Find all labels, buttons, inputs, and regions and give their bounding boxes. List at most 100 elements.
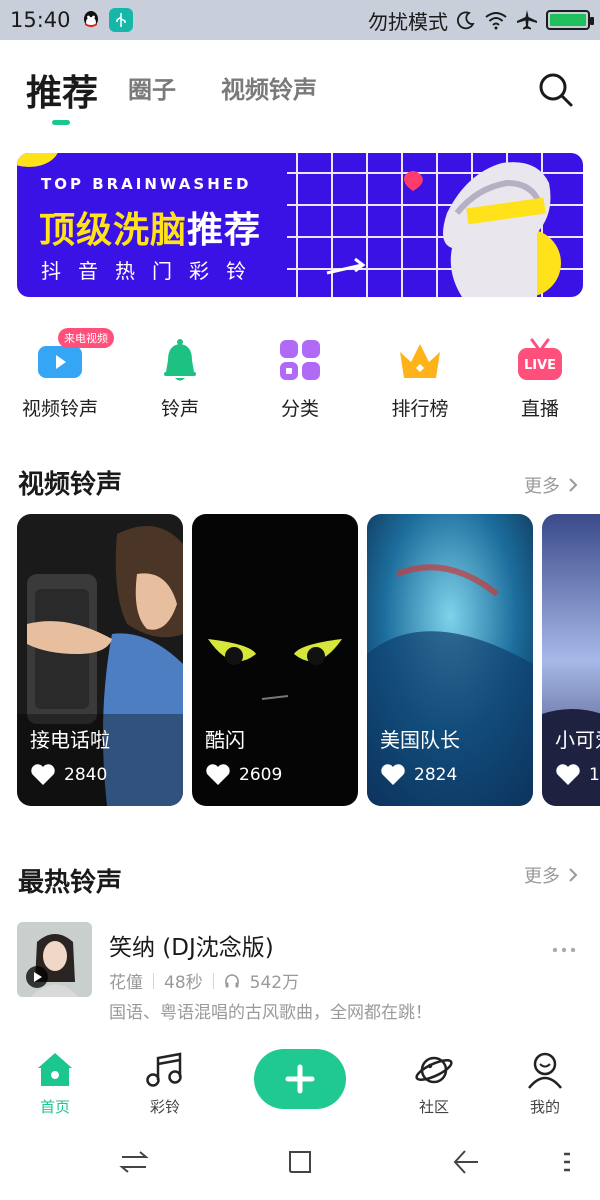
shortcut-label: 直播 <box>520 398 559 420</box>
shortcut-label: 分类 <box>280 398 319 420</box>
headphones-icon <box>224 973 239 987</box>
video-card[interactable]: 小可爱 1 <box>542 514 600 806</box>
shortcut-label: 排行榜 <box>391 398 449 420</box>
divider <box>212 972 214 989</box>
shortcut-video-ringtone[interactable]: 来电视频 视频铃声 <box>0 328 120 430</box>
tab-video-ringtone[interactable]: 视频铃声 <box>221 70 317 105</box>
nav-label: 社区 <box>418 1098 449 1116</box>
video-card-list: 接电话啦 2840 酷闪 2609 美国队长 2824 小可 1 <box>0 514 600 806</box>
video-card-likes: 2609 <box>205 764 282 786</box>
add-button[interactable] <box>254 1049 346 1109</box>
menu-icon[interactable] <box>552 1146 584 1178</box>
likes-count: 2824 <box>414 765 458 785</box>
shortcut-label: 视频铃声 <box>21 398 98 420</box>
video-thumbnail <box>17 514 183 806</box>
video-card[interactable]: 酷闪 2609 <box>192 514 358 806</box>
promo-banner[interactable]: TOP BRAINWASHED 顶级洗脑推荐 抖音热门彩铃 <box>17 153 583 297</box>
hot-section-more[interactable]: 更多 <box>524 862 578 888</box>
nav-label: 我的 <box>529 1098 560 1116</box>
song-artist: 花僮 <box>109 973 143 993</box>
video-card[interactable]: 接电话啦 2840 <box>17 514 183 806</box>
nav-community[interactable]: 社区 <box>394 1050 474 1117</box>
shortcut-row: 来电视频 视频铃声 铃声 分类 排行榜 LIVE 直播 <box>0 328 600 430</box>
banner-artwork <box>287 153 583 297</box>
qq-icon <box>79 8 103 32</box>
song-meta: 花僮 48秒 542万 <box>109 968 299 993</box>
battery-icon <box>546 10 594 30</box>
home-icon <box>38 1053 72 1086</box>
app-screen: 15:40 勿扰模式 推荐 圈子 视频铃声 TOP BRAINWASHED 顶级… <box>0 0 600 1200</box>
video-card-title: 接电话啦 <box>30 728 110 752</box>
plus-icon <box>285 1064 315 1094</box>
tab-recommend[interactable]: 推荐 <box>26 64 98 116</box>
tab-circle[interactable]: 圈子 <box>128 70 176 105</box>
nav-profile[interactable]: 我的 <box>505 1050 585 1117</box>
video-card-likes: 2824 <box>380 764 457 786</box>
shortcut-category[interactable]: 分类 <box>240 330 360 430</box>
tab-indicator <box>52 120 70 125</box>
video-card[interactable]: 美国队长 2824 <box>367 514 533 806</box>
song-plays: 542万 <box>249 973 300 993</box>
nav-home[interactable]: 首页 <box>15 1050 95 1117</box>
video-card-title: 酷闪 <box>205 728 245 752</box>
search-icon[interactable] <box>536 70 576 110</box>
status-bar: 15:40 勿扰模式 <box>0 0 600 40</box>
video-section-more[interactable]: 更多 <box>524 472 578 498</box>
video-card-title: 小可爱 <box>555 728 600 752</box>
shortcut-label: 铃声 <box>160 398 199 420</box>
heart-icon <box>31 764 55 785</box>
more-label: 更多 <box>524 476 560 497</box>
song-name: 笑纳 (DJ沈念版) <box>109 935 274 961</box>
hot-section-title: 最热铃声 <box>18 868 123 898</box>
banner-en-text: TOP BRAINWASHED <box>41 175 252 193</box>
moon-icon <box>456 11 475 30</box>
likes-count: 1 <box>589 765 600 785</box>
video-card-likes: 2840 <box>30 764 107 786</box>
usb-icon <box>108 8 133 32</box>
more-options-icon[interactable] <box>551 946 577 954</box>
video-card-likes: 1 <box>555 764 600 786</box>
planet-icon <box>415 1056 453 1084</box>
airplane-icon <box>517 10 537 30</box>
music-note-icon <box>146 1052 182 1087</box>
home-square-icon[interactable] <box>284 1146 316 1178</box>
heart-icon <box>381 764 405 785</box>
divider <box>153 972 154 989</box>
live-tv-text: LIVE <box>524 358 556 373</box>
likes-count: 2840 <box>64 765 108 785</box>
song-item[interactable]: 笑纳 (DJ沈念版) 花僮 48秒 542万 国语、粤语混唱的古风歌曲，全网都在… <box>17 920 583 1030</box>
banner-title-white: 推荐 <box>187 210 262 251</box>
status-time: 15:40 <box>10 8 71 32</box>
shortcut-ringtone[interactable]: 铃声 <box>120 330 240 430</box>
chevron-right-icon <box>569 478 578 492</box>
banner-subtitle: 抖音热门彩铃 <box>41 259 263 283</box>
video-thumbnail <box>367 514 533 806</box>
chevron-right-icon <box>569 868 578 882</box>
system-nav-bar <box>0 1126 600 1200</box>
user-icon <box>528 1052 562 1089</box>
status-right: 勿扰模式 <box>368 6 594 35</box>
crown-icon <box>400 344 440 378</box>
shortcut-live[interactable]: LIVE 直播 <box>480 330 600 430</box>
banner-title-yellow: 顶级洗脑 <box>39 210 188 251</box>
video-section-title: 视频铃声 <box>18 470 123 500</box>
switch-apps-icon[interactable] <box>118 1146 150 1178</box>
heart-icon <box>206 764 230 785</box>
wifi-icon <box>485 12 507 30</box>
song-duration: 48秒 <box>164 973 203 993</box>
more-label: 更多 <box>524 866 560 887</box>
bottom-nav: 首页 彩铃 社区 我的 <box>0 1040 600 1124</box>
bell-icon <box>164 339 196 381</box>
song-cover[interactable] <box>17 922 92 997</box>
heart-icon <box>556 764 580 785</box>
back-arrow-icon[interactable] <box>450 1146 482 1178</box>
nav-label: 彩铃 <box>149 1098 180 1116</box>
song-description: 国语、粤语混唱的古风歌曲，全网都在跳！ <box>109 1003 432 1023</box>
shortcut-ranking[interactable]: 排行榜 <box>360 330 480 430</box>
nav-ringback[interactable]: 彩铃 <box>125 1050 205 1117</box>
live-tv-icon: LIVE <box>518 338 562 380</box>
video-thumbnail <box>542 514 600 806</box>
banner-title: 顶级洗脑推荐 <box>39 201 261 253</box>
top-tabs: 推荐 圈子 视频铃声 <box>0 40 600 140</box>
grid-icon <box>280 340 320 380</box>
